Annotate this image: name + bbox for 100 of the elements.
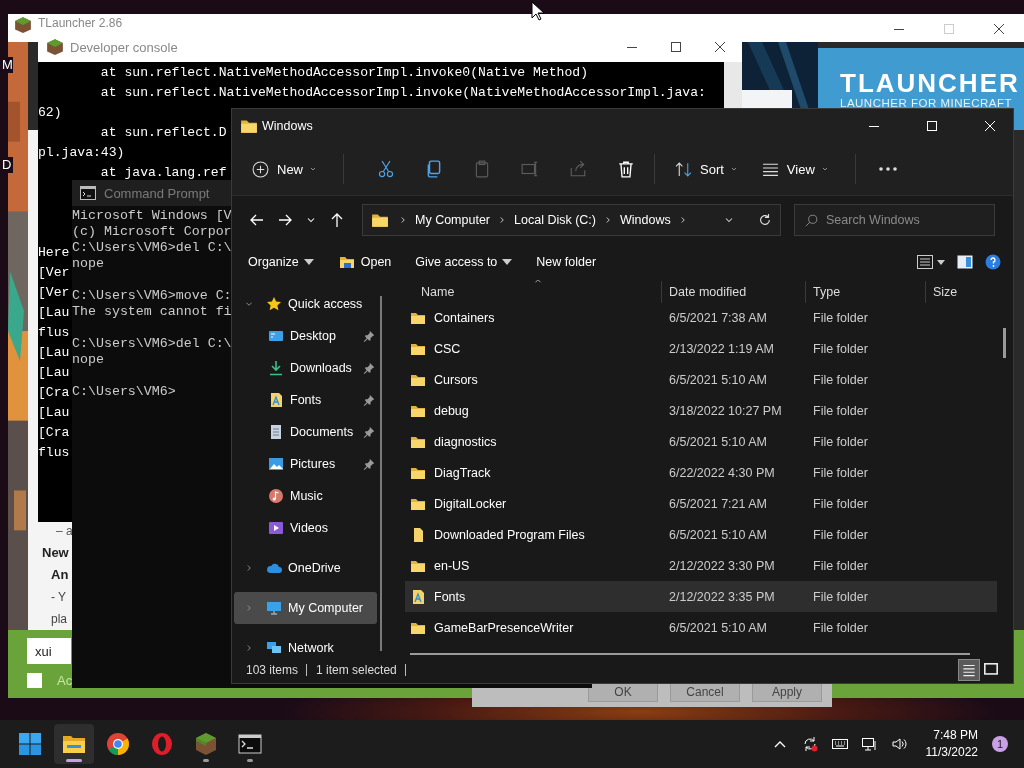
keyboard-icon[interactable] [831, 736, 848, 752]
scrollbar[interactable] [1003, 328, 1006, 358]
menu-button[interactable]: Give access to [409, 251, 519, 273]
nav-item[interactable]: OneDrive [234, 552, 377, 584]
taskbar-button[interactable] [54, 724, 94, 764]
copy-icon[interactable] [425, 160, 443, 178]
console-line: at sun.reflect.NativeMethodAccessorImpl.invoke(NativeMethodAccessorImpl.java: [99, 84, 706, 102]
monitor-network-icon[interactable] [861, 736, 878, 752]
desktop-icon-label[interactable]: M [2, 57, 13, 73]
pin-icon[interactable] [363, 458, 375, 470]
file-row[interactable]: Downloaded Program Files 6/5/2021 5:10 AM File folder [405, 519, 997, 550]
file-name: debug [434, 403, 469, 418]
column-header[interactable]: Date modified [662, 281, 806, 303]
trash-icon[interactable] [617, 160, 635, 178]
pin-icon[interactable] [363, 426, 375, 438]
details-view-icon[interactable] [959, 660, 979, 680]
desktop-icon [268, 328, 284, 344]
menu-button[interactable]: Organize [242, 251, 320, 273]
new-button[interactable]: New [250, 154, 323, 184]
desktop-icon-label[interactable]: D [2, 157, 13, 173]
dialog-button[interactable]: Apply [752, 682, 822, 702]
music-icon [268, 488, 284, 504]
refresh-icon[interactable] [758, 213, 772, 227]
file-row[interactable]: CSC 2/13/2022 1:19 AM File folder [405, 333, 997, 364]
scrollbar[interactable] [410, 653, 970, 655]
breadcrumb[interactable]: Local Disk (C:) [514, 213, 596, 227]
more-icon[interactable] [877, 166, 898, 172]
pin-icon[interactable] [363, 394, 375, 406]
nav-item[interactable]: Fonts [234, 384, 377, 416]
file-row[interactable]: Fonts 2/12/2022 3:35 PM File folder [405, 581, 997, 612]
notification-badge[interactable]: 1 [992, 736, 1008, 752]
nav-item[interactable]: My Computer [234, 592, 377, 624]
nav-item[interactable]: Network [234, 632, 377, 664]
nav-item[interactable]: Documents [234, 416, 377, 448]
file-row[interactable]: en-US 2/12/2022 3:30 PM File folder [405, 550, 997, 581]
nav-item[interactable]: Downloads [234, 352, 377, 384]
column-header[interactable]: Type [806, 281, 926, 303]
file-row[interactable]: DigitalLocker 6/5/2021 7:21 AM File folder [405, 488, 997, 519]
preview-pane-icon[interactable] [957, 255, 973, 269]
column-header[interactable]: Name [405, 281, 662, 303]
view-button[interactable]: View [759, 154, 835, 184]
console-line: 62) [38, 104, 62, 122]
scrollbar[interactable] [380, 296, 382, 651]
file-row[interactable]: Containers 6/5/2021 7:38 AM File folder [405, 302, 997, 333]
font-file-icon [410, 588, 426, 605]
checkbox[interactable] [27, 673, 42, 688]
console-line: at java.lang.ref [99, 164, 227, 182]
dialog-button[interactable]: Cancel [670, 682, 740, 702]
file-row[interactable]: debug 3/18/2022 10:27 PM File folder [405, 395, 997, 426]
search-field[interactable]: Search Windows [794, 204, 995, 236]
logo-subtitle: LAUNCHER FOR MINECRAFT [840, 97, 1013, 109]
breadcrumb[interactable]: My Computer [415, 213, 491, 227]
nav-item[interactable]: Videos [234, 512, 377, 544]
maximize-icon[interactable] [670, 41, 682, 53]
checkbox-label: Ac [57, 673, 73, 688]
selection-count: 1 item selected [316, 664, 406, 676]
clock[interactable]: 7:48 PM 11/3/2022 [925, 727, 978, 761]
file-type: File folder [813, 620, 868, 635]
pin-icon[interactable] [363, 362, 375, 374]
terminal-line: Microsoft Windows [V [72, 208, 232, 224]
breadcrumb[interactable]: Windows [620, 213, 671, 227]
terminal-icon [80, 186, 96, 200]
nav-item[interactable]: Pictures [234, 448, 377, 480]
help-icon[interactable] [985, 254, 1001, 270]
caret-down-icon [309, 165, 317, 173]
file-name: DiagTrack [434, 465, 491, 480]
view-options-icon[interactable] [917, 255, 945, 269]
folder-icon [240, 117, 258, 135]
close-icon[interactable] [993, 23, 1005, 35]
pin-icon[interactable] [363, 330, 375, 342]
volume-icon[interactable] [891, 736, 908, 752]
file-row[interactable]: GameBarPresenceWriter 6/5/2021 5:10 AM File folder [405, 612, 997, 643]
cut-icon[interactable] [377, 160, 395, 178]
file-name: diagnostics [434, 434, 497, 449]
column-header[interactable]: Size [926, 281, 997, 303]
new-folder-button[interactable]: New folder [530, 251, 603, 273]
nav-item[interactable]: Desktop [234, 320, 377, 352]
search-icon [805, 214, 818, 227]
file-name: CSC [434, 341, 461, 356]
sync-icon[interactable] [801, 736, 818, 752]
sort-button[interactable]: Sort [673, 154, 744, 184]
file-name: Cursors [434, 372, 478, 387]
up-icon[interactable] [329, 212, 345, 228]
file-row[interactable]: diagnostics 6/5/2021 5:10 AM File folder [405, 426, 997, 457]
file-type: File folder [813, 341, 868, 356]
username-field[interactable]: xui [27, 638, 71, 664]
grass-block-icon [46, 38, 64, 56]
close-icon[interactable] [714, 41, 726, 53]
window-title: Developer console [70, 39, 178, 55]
plus-icon [252, 160, 269, 178]
terminal-line: nope [72, 352, 104, 368]
file-row[interactable]: Cursors 6/5/2021 5:10 AM File folder [405, 364, 997, 395]
address-bar[interactable]: My Computer Local Disk (C:) Windows [362, 204, 781, 236]
nav-item[interactable]: Music [234, 480, 377, 512]
back-icon[interactable] [249, 212, 265, 228]
open-button[interactable]: Open [331, 250, 398, 274]
console-line: at sun.reflect.NativeMethodAccessorImpl.invoke0(Native Method) [99, 64, 589, 82]
file-row[interactable]: DiagTrack 6/22/2022 4:30 PM File folder [405, 457, 997, 488]
nav-item[interactable]: Quick access [234, 288, 377, 320]
forward-icon[interactable] [277, 212, 293, 228]
